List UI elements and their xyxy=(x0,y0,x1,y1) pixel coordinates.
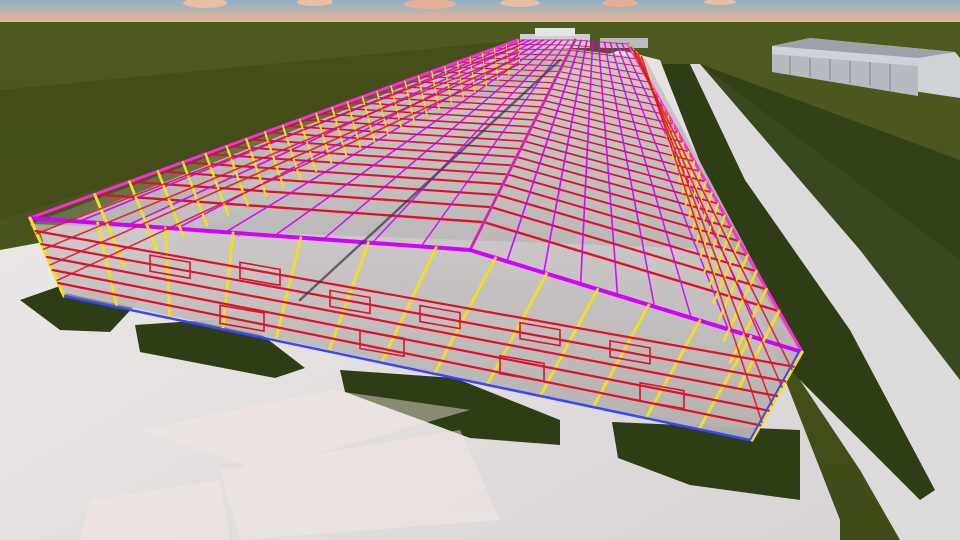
render-scene xyxy=(0,0,960,540)
warehouse-render xyxy=(0,0,960,540)
sky xyxy=(0,0,960,24)
